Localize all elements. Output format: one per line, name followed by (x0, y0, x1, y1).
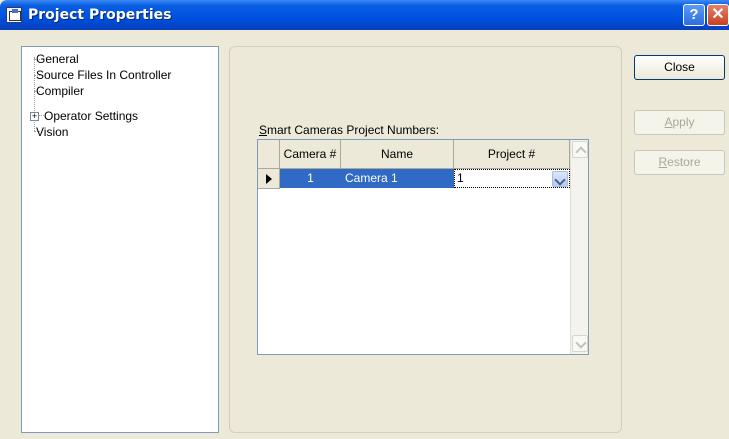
column-header-camera[interactable]: Camera # (280, 140, 341, 169)
window-title: Project Properties (28, 7, 172, 23)
grid-caption: Smart Cameras Project Numbers: (259, 123, 439, 137)
grid-caption-text: mart Cameras Project Numbers: (267, 123, 440, 137)
tree-item-vision[interactable]: Vision (36, 125, 68, 139)
tree-item-general[interactable]: General (36, 52, 79, 66)
tree-item-operator-settings[interactable]: Operator Settings (44, 109, 138, 123)
camera-project-grid[interactable]: Camera # Name Project # 1 Camera 1 1 (257, 139, 589, 355)
window-close-button[interactable]: ✕ (707, 4, 729, 26)
restore-mnemonic: R (658, 155, 668, 169)
column-header-project[interactable]: Project # (454, 140, 570, 169)
close-button[interactable]: Close (634, 55, 725, 80)
properties-tree[interactable]: General Source Files In Controller Compi… (21, 46, 219, 433)
apply-button[interactable]: Apply (634, 110, 725, 135)
tree-item-compiler[interactable]: Compiler (36, 84, 84, 98)
cell-camera-name[interactable]: Camera 1 (341, 169, 454, 188)
cell-camera-number[interactable]: 1 (280, 169, 341, 188)
scroll-down-icon[interactable] (572, 335, 588, 352)
grid-vertical-scrollbar[interactable] (570, 140, 588, 354)
grid-caption-mnemonic: S (259, 123, 268, 137)
chevron-down-icon[interactable] (552, 171, 568, 187)
restore-button[interactable]: Restore (634, 150, 725, 175)
help-button[interactable]: ? (683, 4, 705, 26)
restore-label: estore (667, 155, 701, 169)
tree-item-source-files[interactable]: Source Files In Controller (36, 68, 171, 82)
project-number-value: 1 (457, 171, 464, 185)
project-number-dropdown[interactable]: 1 (454, 169, 570, 188)
current-row-arrow-icon (258, 169, 280, 189)
tree-expand-icon[interactable]: + (30, 112, 39, 121)
apply-mnemonic: A (664, 115, 673, 129)
column-header-name[interactable]: Name (341, 140, 454, 169)
scroll-up-icon[interactable] (572, 141, 588, 158)
apply-label: pply (672, 115, 695, 129)
window-icon (6, 7, 22, 23)
title-bar: Project Properties ? ✕ (0, 0, 729, 30)
row-header-corner (258, 140, 280, 169)
